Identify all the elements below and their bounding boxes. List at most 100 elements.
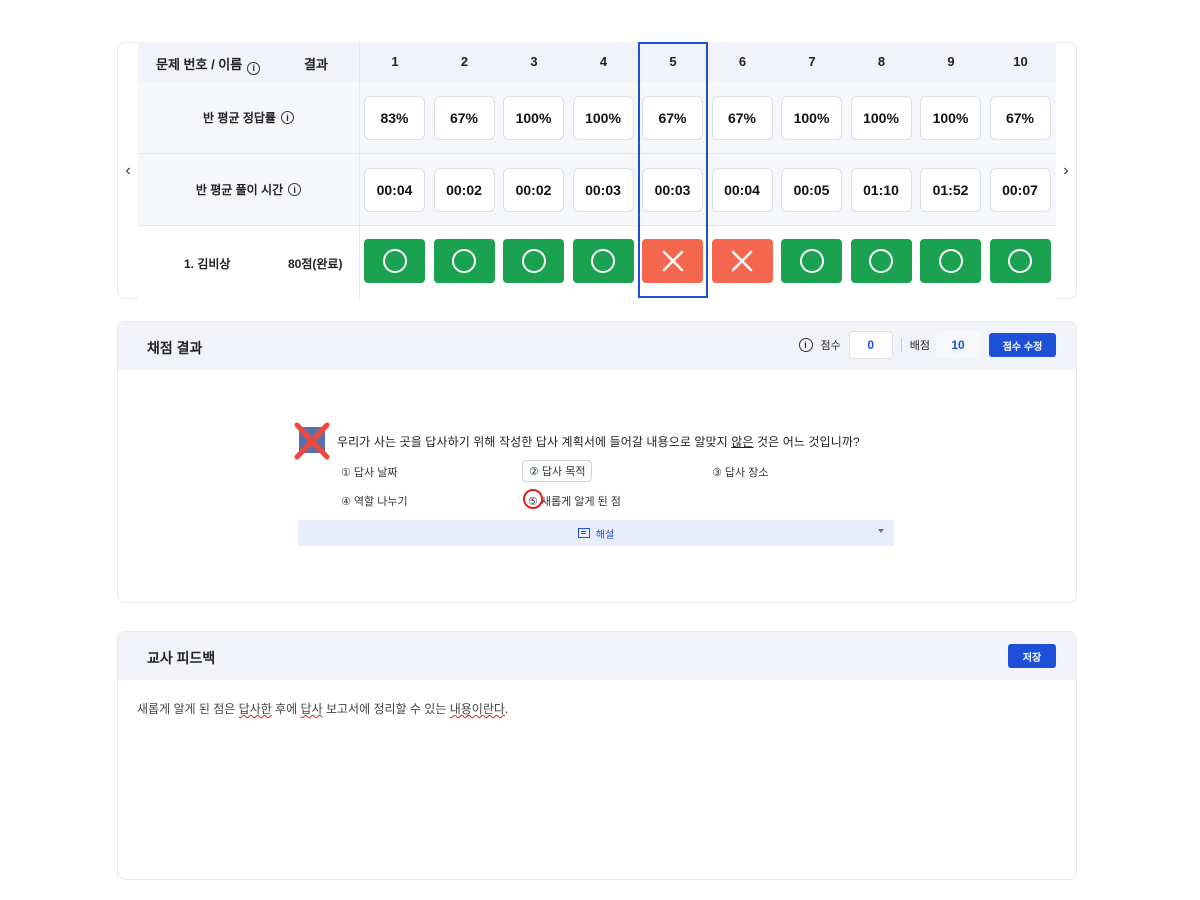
correct-result-cell[interactable] [920, 239, 981, 283]
correct-result-cell[interactable] [364, 239, 425, 283]
question-number-header[interactable]: 6 [713, 54, 773, 69]
class-average-time-row: 반 평균 풀이 시간 i 00:04 00:02 00:02 00:03 00:03 00:… [138, 154, 1056, 226]
average-rate-value: 100% [781, 96, 842, 140]
average-rate-value: 100% [572, 96, 634, 140]
correct-result-cell[interactable] [433, 239, 495, 283]
scoring-header: 채점 결과 i 점수 0 배점 10 점수 수정 [118, 322, 1076, 370]
score-tools: i 점수 0 배점 10 점수 수정 [798, 331, 1056, 359]
correct-result-cell[interactable] [850, 239, 912, 283]
question-number-header[interactable]: 9 [921, 54, 981, 69]
correct-result-cell[interactable] [781, 239, 842, 283]
option-5-correct: ⑤ 새롭게 알게 된 점 [523, 489, 621, 509]
option-3: ③ 답사 장소 [712, 467, 769, 479]
question-number-header[interactable]: 10 [991, 54, 1051, 69]
save-button[interactable]: 저장 [1008, 644, 1056, 668]
average-rate-value: 100% [850, 96, 912, 140]
chevron-left-icon[interactable]: ‹ [118, 160, 138, 182]
average-rate-value: 83% [364, 96, 425, 140]
question-text: 우리가 사는 곳을 답사하기 위해 작성한 답사 계획서에 들어갈 내용으로 알… [337, 433, 860, 450]
score-input[interactable]: 0 [848, 331, 893, 359]
question-number-header[interactable]: 3 [504, 54, 564, 69]
correct-answer-circle-icon [523, 489, 543, 509]
rate-row-label: 반 평균 정답률 i [138, 82, 360, 153]
points-value: 10 [936, 331, 980, 359]
student-row: 1. 김비상 80점(완료) [138, 226, 1056, 299]
name-column-header: 문제 번호 / 이름 i [156, 54, 261, 75]
wrong-result-cell[interactable] [711, 239, 773, 283]
correct-result-cell[interactable] [572, 239, 634, 283]
circle-mark-icon [938, 249, 963, 273]
question-number-header[interactable]: 5 [643, 54, 703, 69]
option-4: ④ 역할 나누기 [341, 496, 408, 508]
points-label: 배점 [909, 340, 930, 352]
feedback-title: 교사 피드백 [147, 650, 216, 666]
circle-mark-icon [869, 249, 893, 273]
average-rate-value: 67% [642, 96, 703, 140]
circle-mark-icon [799, 249, 824, 273]
divider [900, 338, 902, 352]
average-time-value: 00:04 [711, 168, 773, 212]
scoring-result-card: 채점 결과 i 점수 0 배점 10 점수 수정 우리가 사는 곳을 답사하기 … [117, 321, 1077, 603]
chevron-down-icon [878, 529, 884, 533]
average-time-value: 00:04 [364, 168, 425, 212]
student-score: 80점(완료) [288, 257, 343, 271]
wrong-result-cell[interactable] [642, 239, 703, 283]
grade-table-header: 문제 번호 / 이름 i 결과 1 2 3 4 5 6 7 8 9 10 [138, 42, 1056, 82]
average-rate-value: 67% [711, 96, 773, 140]
question-number-header[interactable]: 1 [365, 54, 425, 69]
average-rate-value: 67% [433, 96, 495, 140]
info-circle-icon[interactable]: i [247, 61, 261, 75]
edit-score-button[interactable]: 점수 수정 [989, 333, 1056, 357]
circle-mark-icon [591, 249, 615, 273]
circle-mark-icon [1008, 249, 1032, 273]
feedback-text-misspelled: 답사한 [238, 702, 272, 716]
feedback-text-misspelled: 답사 [300, 702, 323, 716]
scoring-title: 채점 결과 [147, 340, 203, 356]
average-time-value: 01:10 [850, 168, 912, 212]
feedback-header: 교사 피드백 저장 [118, 632, 1076, 680]
feedback-text-part: 새롭게 알게 된 점은 [137, 702, 239, 716]
feedback-textarea[interactable]: 새롭게 알게 된 점은 답사한 후에 답사 보고서에 정리할 수 있는 내용이란… [137, 700, 508, 717]
correct-result-cell[interactable] [989, 239, 1051, 283]
class-average-rate-row: 반 평균 정답률 i 83% 67% 100% 100% 67% 67% 100% 100% 10… [138, 82, 1056, 154]
feedback-text-misspelled: 내용이란다 [449, 702, 505, 716]
question-text-part: 우리가 사는 곳을 답사하기 위해 작성한 답사 계획서에 들어갈 내용으로 알… [337, 435, 732, 449]
circle-mark-icon [452, 249, 476, 273]
feedback-text-part: 보고서에 정리할 수 있는 [322, 702, 450, 716]
average-rate-value: 100% [503, 96, 564, 140]
average-rate-value: 100% [920, 96, 981, 140]
info-circle-icon[interactable]: i [798, 338, 813, 352]
student-label-cell: 1. 김비상 80점(완료) [138, 226, 360, 299]
chevron-right-icon[interactable]: › [1056, 160, 1076, 182]
correct-result-cell[interactable] [503, 239, 564, 283]
score-label: 점수 [820, 340, 841, 352]
option-1: ① 답사 날짜 [341, 467, 398, 479]
time-row-label: 반 평균 풀이 시간 i [138, 154, 360, 225]
average-time-value: 00:03 [642, 168, 703, 212]
wrong-mark-icon [294, 422, 330, 460]
feedback-text-part: . [504, 702, 509, 716]
document-icon [577, 528, 590, 538]
rate-row-label-text: 반 평균 정답률 [203, 111, 276, 125]
question-number-header[interactable]: 2 [435, 54, 495, 69]
info-circle-icon[interactable]: i [288, 183, 302, 196]
average-time-value: 00:07 [989, 168, 1051, 212]
explanation-toggle[interactable]: 해설 [298, 520, 894, 546]
average-time-value: 00:02 [503, 168, 564, 212]
question-number-header[interactable]: 7 [782, 54, 842, 69]
result-column-header: 결과 [304, 57, 328, 72]
info-circle-icon[interactable]: i [280, 111, 294, 124]
average-time-value: 00:03 [572, 168, 634, 212]
x-mark-icon [731, 250, 753, 272]
x-mark-icon [662, 250, 683, 272]
average-time-value: 01:52 [920, 168, 981, 212]
average-time-value: 00:05 [781, 168, 842, 212]
question-number-header[interactable]: 8 [852, 54, 912, 69]
question-text-emphasis: 않은 [731, 435, 754, 449]
feedback-text-part: 후에 [271, 702, 301, 716]
circle-mark-icon [382, 249, 407, 273]
teacher-feedback-card: 교사 피드백 저장 새롭게 알게 된 점은 답사한 후에 답사 보고서에 정리할… [117, 631, 1077, 880]
option-2-selected: ② 답사 목적 [522, 460, 593, 482]
explanation-label: 해설 [595, 529, 615, 541]
question-number-header[interactable]: 4 [574, 54, 634, 69]
